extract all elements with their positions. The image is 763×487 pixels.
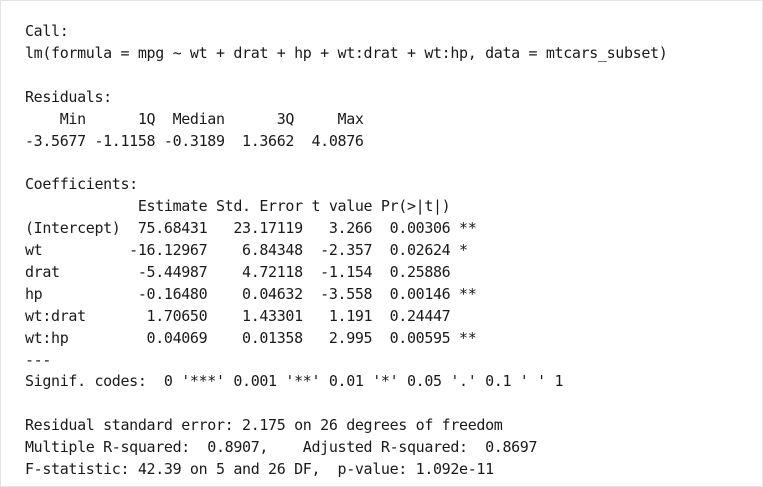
separator-line: ---	[25, 350, 52, 369]
coefficient-row-wt-drat: wt:drat 1.70650 1.43301 1.191 0.24447	[25, 306, 477, 325]
coefficient-row-intercept: (Intercept) 75.68431 23.17119 3.266 0.00…	[25, 219, 477, 238]
coefficients-column-headers: Estimate Std. Error t value Pr(>|t|)	[25, 197, 477, 216]
coefficient-row-hp: hp -0.16480 0.04632 -3.558 0.00146 **	[25, 284, 477, 303]
residuals-column-headers: Min 1Q Median 3Q Max	[25, 109, 373, 128]
coefficient-row-wt-hp: wt:hp 0.04069 0.01358 2.995 0.00595 **	[25, 328, 477, 347]
coefficient-row-wt: wt -16.12967 6.84348 -2.357 0.02624 *	[25, 241, 477, 260]
call-header: Call:	[25, 22, 69, 40]
regression-summary-text: Call: lm(formula = mpg ~ wt + drat + hp +…	[25, 21, 668, 481]
signif-codes: Signif. codes: 0 '***' 0.001 '**' 0.01 '…	[25, 372, 564, 391]
coefficient-row-drat: drat -5.44987 4.72118 -1.154 0.25886	[25, 262, 477, 281]
coefficients-header: Coefficients:	[25, 175, 138, 194]
residuals-values: -3.5677 -1.1158 -0.3189 1.3662 4.0876	[25, 131, 373, 150]
console-output-panel: Call: lm(formula = mpg ~ wt + drat + hp +…	[0, 0, 763, 487]
residual-standard-error: Residual standard error: 2.175 on 26 deg…	[25, 416, 503, 435]
residuals-header: Residuals:	[25, 87, 112, 106]
f-statistic-line: F-statistic: 42.39 on 5 and 26 DF, p-val…	[25, 460, 494, 479]
r-squared-line: Multiple R-squared: 0.8907, Adjusted R-s…	[25, 438, 546, 457]
call-formula: lm(formula = mpg ~ wt + drat + hp + wt:d…	[25, 43, 668, 62]
